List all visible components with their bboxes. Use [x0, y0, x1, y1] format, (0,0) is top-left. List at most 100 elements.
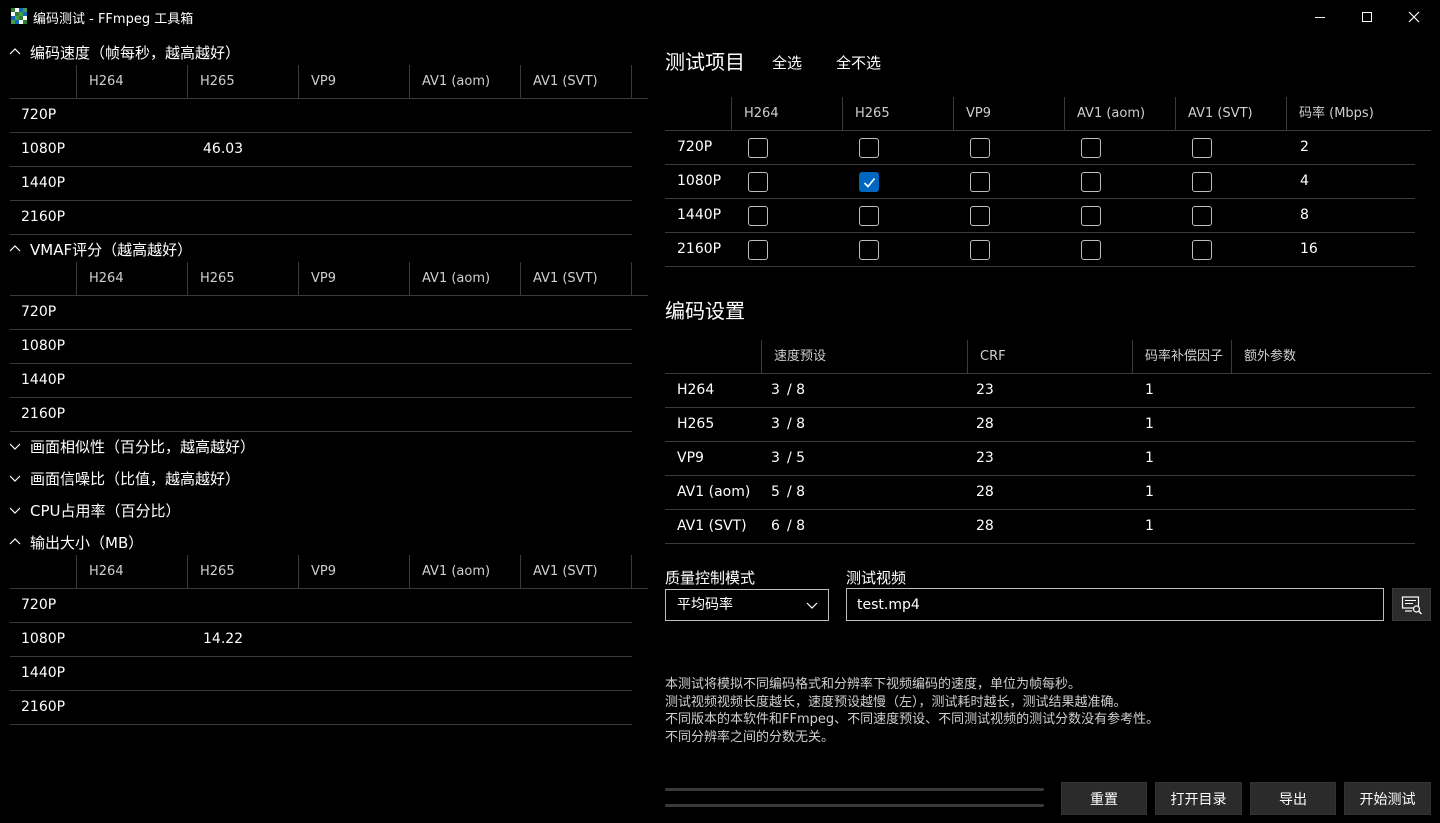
section-header[interactable]: VMAF评分（越高越好）: [8, 235, 192, 263]
row-label: 720P: [677, 139, 713, 155]
column-header: H265: [187, 262, 298, 296]
codec-checkbox[interactable]: [859, 138, 879, 158]
table-row: 1080P: [10, 330, 632, 364]
section-header[interactable]: 编码速度（帧每秒，越高越好）: [8, 38, 240, 66]
window-title: 编码测试 - FFmpeg 工具箱: [33, 12, 194, 27]
codec-checkbox[interactable]: [1192, 240, 1212, 260]
results-grid-header: H264 H265 VP9 AV1 (aom) AV1 (SVT): [10, 262, 648, 296]
bitrate-factor-cell[interactable]: 1: [1145, 374, 1154, 407]
codec-checkbox[interactable]: [970, 172, 990, 192]
bitrate-factor-cell[interactable]: 1: [1145, 510, 1154, 543]
codec-checkbox[interactable]: [970, 206, 990, 226]
codec-checkbox[interactable]: [748, 172, 768, 192]
minimize-button[interactable]: [1297, 0, 1343, 34]
speed-preset-cell[interactable]: 6: [771, 510, 780, 543]
column-header: 码率 (Mbps): [1286, 97, 1397, 131]
codec-label: VP9: [677, 450, 704, 466]
column-header: H265: [842, 97, 953, 131]
bitrate-cell[interactable]: 2: [1300, 131, 1309, 164]
section-title: 画面信噪比（比值，越高越好）: [30, 469, 241, 488]
codec-checkbox[interactable]: [1081, 240, 1101, 260]
codec-checkbox[interactable]: [1081, 138, 1101, 158]
results-grid-header: H264 H265 VP9 AV1 (aom) AV1 (SVT): [10, 65, 648, 99]
export-button[interactable]: 导出: [1250, 782, 1336, 815]
codec-checkbox[interactable]: [1192, 138, 1212, 158]
browse-button[interactable]: [1392, 588, 1431, 621]
section-header[interactable]: 画面信噪比（比值，越高越好）: [8, 464, 240, 492]
table-row: 1080P 4: [665, 165, 1415, 199]
codec-checkbox[interactable]: [859, 240, 879, 260]
select-all-button[interactable]: 全选: [772, 52, 802, 73]
table-row: 720P: [10, 589, 632, 623]
table-row: 2160P: [10, 201, 632, 235]
row-label: 720P: [21, 304, 57, 320]
quality-mode-select[interactable]: 平均码率: [665, 589, 829, 621]
start-test-button[interactable]: 开始测试: [1344, 782, 1431, 815]
section-title: 输出大小（MB）: [30, 533, 144, 552]
close-icon: [1408, 11, 1420, 23]
section-header[interactable]: CPU占用率（百分比）: [8, 496, 181, 524]
crf-cell[interactable]: 28: [976, 510, 994, 543]
column-header: H264: [76, 262, 187, 296]
section-header[interactable]: 输出大小（MB）: [8, 528, 143, 556]
row-label: 1440P: [21, 665, 66, 681]
row-label: 1080P: [21, 631, 66, 647]
crf-cell[interactable]: 23: [976, 374, 994, 407]
codec-checkbox[interactable]: [859, 172, 879, 192]
codec-checkbox[interactable]: [970, 138, 990, 158]
table-row: AV1 (SVT) 6 / 8 28 1: [665, 510, 1415, 544]
codec-checkbox[interactable]: [748, 206, 768, 226]
table-row: 1080P 14.22: [10, 623, 632, 657]
title-bar: 编码测试 - FFmpeg 工具箱: [0, 0, 1440, 34]
close-button[interactable]: [1391, 0, 1437, 34]
open-directory-button[interactable]: 打开目录: [1155, 782, 1242, 815]
bitrate-cell[interactable]: 8: [1300, 199, 1309, 232]
maximize-icon: [1362, 12, 1372, 22]
column-header: VP9: [298, 262, 409, 296]
chevron-down-icon: [8, 503, 22, 517]
maximize-button[interactable]: [1344, 0, 1390, 34]
chevron-down-icon: [8, 439, 22, 453]
speed-preset-cell[interactable]: 3: [771, 374, 780, 407]
encode-settings-title: 编码设置: [665, 299, 745, 323]
row-label: 2160P: [21, 209, 66, 225]
codec-checkbox[interactable]: [1192, 172, 1212, 192]
column-header: VP9: [953, 97, 1064, 131]
bitrate-cell[interactable]: 16: [1300, 233, 1318, 266]
section-title: CPU占用率（百分比）: [30, 501, 181, 520]
speed-preset-max: / 8: [787, 518, 806, 534]
reset-button[interactable]: 重置: [1061, 782, 1147, 815]
encode-settings-header: 速度预设 CRF 码率补偿因子 额外参数: [665, 340, 1431, 374]
bitrate-factor-cell[interactable]: 1: [1145, 408, 1154, 441]
codec-checkbox[interactable]: [748, 138, 768, 158]
column-header: AV1 (aom): [409, 262, 520, 296]
crf-cell[interactable]: 28: [976, 476, 994, 509]
bitrate-factor-cell[interactable]: 1: [1145, 476, 1154, 509]
codec-checkbox[interactable]: [748, 240, 768, 260]
bitrate-factor-cell[interactable]: 1: [1145, 442, 1154, 475]
chevron-up-icon: [8, 535, 22, 549]
table-row: 720P: [10, 296, 632, 330]
codec-checkbox[interactable]: [1192, 206, 1212, 226]
info-line: 测试视频视频长度越长，速度预设越慢（左），测试耗时越长，测试结果越准确。: [665, 694, 1127, 710]
row-label: 2160P: [21, 699, 66, 715]
column-header: VP9: [298, 555, 409, 589]
chevron-down-icon: [806, 602, 818, 609]
table-row: 1440P: [10, 657, 632, 691]
codec-checkbox[interactable]: [859, 206, 879, 226]
speed-preset-cell[interactable]: 3: [771, 408, 780, 441]
row-label: 1440P: [21, 372, 66, 388]
bitrate-cell[interactable]: 4: [1300, 165, 1309, 198]
select-none-button[interactable]: 全不选: [836, 52, 881, 73]
section-header[interactable]: 画面相似性（百分比，越高越好）: [8, 432, 255, 460]
crf-cell[interactable]: 28: [976, 408, 994, 441]
codec-checkbox[interactable]: [1081, 206, 1101, 226]
table-row: 1440P: [10, 167, 632, 201]
quality-mode-label: 质量控制模式: [665, 569, 756, 587]
codec-checkbox[interactable]: [1081, 172, 1101, 192]
test-video-input[interactable]: [846, 588, 1384, 621]
speed-preset-cell[interactable]: 5: [771, 476, 780, 509]
crf-cell[interactable]: 23: [976, 442, 994, 475]
codec-checkbox[interactable]: [970, 240, 990, 260]
speed-preset-cell[interactable]: 3: [771, 442, 780, 475]
